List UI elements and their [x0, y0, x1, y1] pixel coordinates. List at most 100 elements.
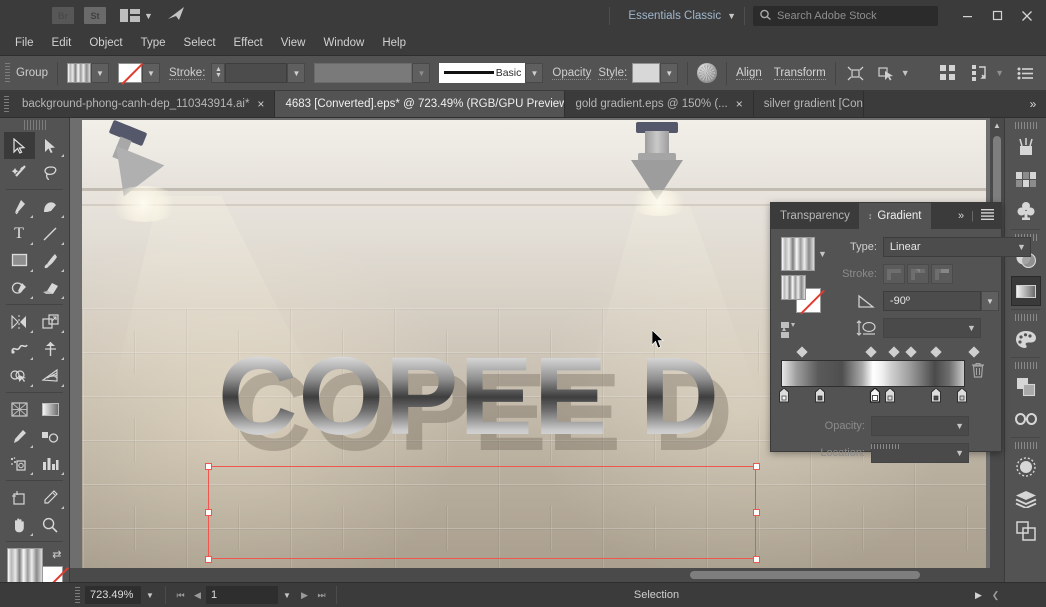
- tab-overflow-button[interactable]: »: [1020, 91, 1046, 117]
- chevron-down-icon[interactable]: ▼: [144, 11, 153, 21]
- gradient-midpoint[interactable]: [888, 346, 901, 358]
- transform-button[interactable]: Transform: [773, 67, 826, 80]
- curvature-tool[interactable]: [35, 193, 66, 220]
- rectangle-tool[interactable]: [4, 247, 35, 274]
- first-artboard-button[interactable]: ⏮: [172, 586, 189, 604]
- gradient-midpoint[interactable]: [865, 346, 877, 358]
- stroke-profile-chevron-down-icon[interactable]: ▼: [412, 63, 431, 83]
- menu-view[interactable]: View: [272, 34, 315, 52]
- workspace-name[interactable]: Essentials Classic: [618, 10, 727, 22]
- horizontal-scroll-thumb[interactable]: [690, 571, 920, 579]
- layers-panel-button[interactable]: [1011, 484, 1041, 514]
- gradient-midpoint[interactable]: [905, 346, 917, 358]
- panel-resize-grip[interactable]: [771, 441, 1001, 451]
- arrange-chevron-down-icon[interactable]: ▼: [995, 68, 1004, 78]
- document-tab-gold-gradient[interactable]: gold gradient.eps @ 150% (... ×: [565, 91, 754, 117]
- menu-effect[interactable]: Effect: [225, 34, 272, 52]
- fill-swatch[interactable]: [66, 63, 91, 83]
- selection-handle-tl[interactable]: [205, 463, 212, 470]
- mesh-tool[interactable]: [4, 396, 35, 423]
- gradient-panel[interactable]: Transparency ↕ Gradient » | ▼ Type: Line…: [770, 202, 1031, 463]
- style-chevron-down-icon[interactable]: ▼: [660, 63, 679, 83]
- gradient-preview-swatch[interactable]: [781, 237, 815, 271]
- gradient-within-stroke-button[interactable]: [882, 264, 905, 284]
- rocket-icon[interactable]: [167, 6, 187, 25]
- scroll-up-icon[interactable]: ▲: [990, 118, 1004, 132]
- gradient-midpoint[interactable]: [930, 346, 943, 358]
- gradient-slider-area[interactable]: [778, 346, 991, 404]
- selection-handle-tr[interactable]: [753, 463, 760, 470]
- gradient-fill-swatch[interactable]: [781, 275, 806, 300]
- selection-handle-mr[interactable]: [753, 509, 760, 516]
- fill-dropdown-chevron-down-icon[interactable]: ▼: [90, 63, 109, 83]
- tab-gradient[interactable]: ↕ Gradient: [858, 203, 931, 229]
- stroke-weight-input[interactable]: [225, 63, 288, 83]
- gradient-stop[interactable]: [957, 387, 968, 403]
- arrange-objects-icon[interactable]: [969, 63, 991, 83]
- chevron-down-icon[interactable]: ▼: [967, 323, 976, 333]
- selection-handle-ml[interactable]: [205, 509, 212, 516]
- swatches-panel-button[interactable]: [1011, 164, 1041, 194]
- bridge-button[interactable]: Br: [52, 7, 74, 24]
- dock-group-grip[interactable]: [1014, 442, 1037, 449]
- maximize-button[interactable]: [982, 4, 1012, 28]
- previous-artboard-button[interactable]: ◀: [189, 586, 206, 604]
- search-input[interactable]: Search Adobe Stock: [777, 10, 877, 22]
- shape-builder-tool[interactable]: [4, 362, 35, 389]
- align-grid-icon[interactable]: [937, 63, 959, 83]
- align-button[interactable]: Align: [736, 67, 762, 80]
- column-graph-tool[interactable]: [35, 450, 66, 477]
- panel-drag-icon[interactable]: ↕: [868, 211, 873, 221]
- direct-selection-tool[interactable]: [35, 132, 66, 159]
- artboard-number-input[interactable]: 1: [206, 586, 278, 604]
- document-tab-silver-gradient[interactable]: silver gradient [Con: [754, 91, 864, 117]
- gradient-stop-selected[interactable]: [869, 387, 880, 403]
- rotate-tool[interactable]: [4, 308, 35, 335]
- brushes-panel-button[interactable]: [1011, 132, 1041, 162]
- selection-bounding-box[interactable]: [208, 466, 756, 559]
- document-tab-4683-converted[interactable]: 4683 [Converted].eps* @ 723.49% (RGB/GPU…: [275, 91, 566, 117]
- menu-select[interactable]: Select: [175, 34, 225, 52]
- paintbrush-tool[interactable]: [35, 247, 66, 274]
- tools-panel-grip[interactable]: [23, 120, 46, 130]
- arrange-documents-icon[interactable]: ▼: [120, 9, 153, 22]
- gradient-angle-input[interactable]: -90º: [882, 291, 981, 311]
- eyedropper-tool[interactable]: [4, 423, 35, 450]
- stock-search-field[interactable]: Search Adobe Stock: [753, 5, 938, 26]
- stroke-dropdown-chevron-down-icon[interactable]: ▼: [141, 63, 160, 83]
- artboards-panel-button[interactable]: [1011, 516, 1041, 546]
- gradient-stop[interactable]: [814, 387, 825, 403]
- artboard-tool[interactable]: [4, 484, 35, 511]
- swap-fill-stroke-icon[interactable]: ⇄: [52, 548, 61, 561]
- gradient-stop[interactable]: [778, 387, 789, 403]
- status-bar-grip[interactable]: [75, 587, 80, 603]
- select-similar-chevron-down-icon[interactable]: ▼: [901, 68, 910, 78]
- eraser-tool[interactable]: [35, 274, 66, 301]
- minimize-button[interactable]: [952, 4, 982, 28]
- isolate-selected-icon[interactable]: [845, 63, 867, 83]
- last-artboard-button[interactable]: ⏭: [313, 586, 330, 604]
- select-similar-objects-icon[interactable]: [875, 63, 897, 83]
- gradient-along-stroke-button[interactable]: [906, 264, 929, 284]
- gradient-aspect-input[interactable]: ▼: [882, 318, 981, 338]
- dock-group-grip[interactable]: [1014, 362, 1037, 369]
- stroke-profile-input[interactable]: [314, 63, 413, 83]
- pathfinder-panel-button[interactable]: [1011, 372, 1041, 402]
- dock-grip[interactable]: [1014, 122, 1037, 129]
- artwork-text[interactable]: COPEE D: [218, 342, 720, 452]
- type-tool[interactable]: T: [4, 220, 35, 247]
- pen-tool[interactable]: [4, 193, 35, 220]
- scale-tool[interactable]: [35, 308, 66, 335]
- menu-type[interactable]: Type: [132, 34, 175, 52]
- appearance-panel-button[interactable]: [1011, 452, 1041, 482]
- width-tool[interactable]: [4, 335, 35, 362]
- tab-transparency[interactable]: Transparency: [771, 203, 859, 229]
- line-segment-tool[interactable]: [35, 220, 66, 247]
- chevron-down-icon[interactable]: ▼: [727, 11, 736, 21]
- stroke-weight-stepper[interactable]: ▲ ▼: [211, 63, 226, 83]
- selection-handle-bl[interactable]: [205, 556, 212, 563]
- blend-tool[interactable]: [35, 423, 66, 450]
- slice-tool[interactable]: [35, 484, 66, 511]
- graphic-style-swatch[interactable]: [632, 63, 661, 83]
- gradient-midpoint[interactable]: [968, 346, 980, 358]
